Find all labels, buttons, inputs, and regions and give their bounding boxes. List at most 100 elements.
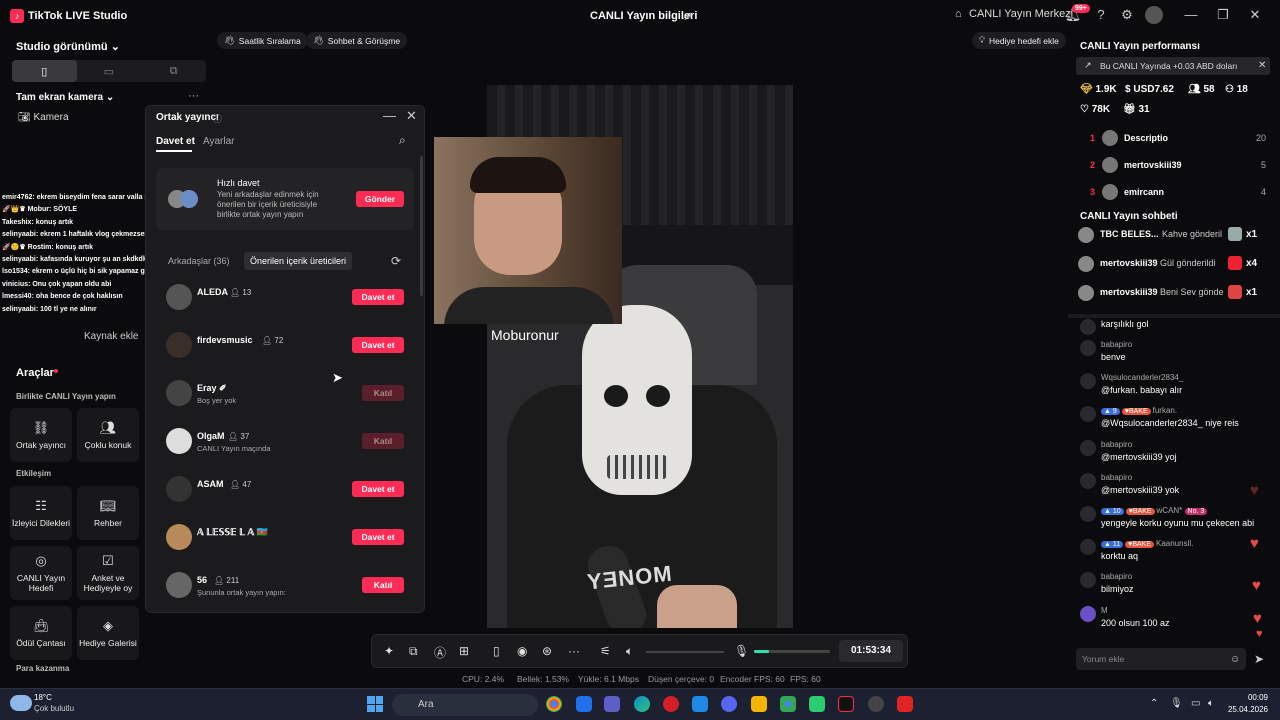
avatar [1080,539,1096,555]
close-button[interactable]: ✕ [1246,6,1264,24]
send-icon[interactable]: ➤ [1254,652,1264,666]
share-icon[interactable]: ⇗ [682,9,692,23]
settings-sliders-icon[interactable]: ⚟ [600,644,611,658]
chat-talk-chip[interactable]: 👋︎ Sohbet & Görüşme [306,32,408,49]
volume-slider[interactable] [646,651,724,653]
tab-settings[interactable]: Ayarlar [203,136,235,147]
invite-button[interactable]: Davet et [352,529,404,545]
guide-tool[interactable]: 📖︎ Rehber [77,486,139,540]
tiktok-icon[interactable] [838,696,854,712]
more-icon[interactable]: ··· [568,644,580,658]
windows-start-icon[interactable] [367,696,383,712]
folder-icon[interactable] [751,696,767,712]
magic-wand-icon[interactable]: ✦ [384,644,394,658]
camera-source[interactable]: 📷︎ Kamera [18,112,69,123]
more-icon[interactable]: ··· [188,90,199,102]
studio-view-dropdown[interactable]: Studio görünümü ⌄ [16,40,120,53]
add-scene-icon[interactable]: ⊞ [459,644,469,658]
discord-icon[interactable] [721,696,737,712]
emoji-icon[interactable]: ☺ [1230,654,1240,665]
heart-icon: ♥ [1250,535,1259,552]
fan-badge: ♥BAKE [1121,408,1151,415]
effects-icon[interactable]: ⧉ [409,644,418,659]
add-source-button[interactable]: Kaynak ekle [84,331,138,342]
taskbar-search[interactable]: Ara [392,694,538,716]
close-icon[interactable]: ✕ [406,108,417,124]
home-icon[interactable]: ⌂ [955,8,962,20]
chat-username: Kaanunsll. [1156,539,1194,548]
game-icon[interactable] [809,696,825,712]
microphone-icon[interactable]: 🎙︎ [734,644,749,658]
co-host-tool[interactable]: ⛓ Ortak yayıncı [10,408,72,462]
speaker-icon[interactable]: 🔈︎ [1208,698,1214,709]
store-icon[interactable] [576,696,592,712]
chat-meta: ▲ 11 ♥BAKE Kaanunsll. [1101,539,1193,548]
chrome-alt-icon[interactable] [780,696,796,712]
close-icon[interactable]: ✕ [1258,60,1266,71]
poll-tool[interactable]: ☑ Anket ve Hediyeyle oy [77,546,139,600]
minimize-button[interactable]: — [1182,6,1200,24]
guest-name: Moburonur [491,327,559,343]
chrome-icon[interactable] [546,696,562,712]
opera-icon[interactable] [663,696,679,712]
landscape-layout-button[interactable]: ▭ [77,60,142,82]
microphone-icon[interactable]: 🎙︎ [1170,698,1183,709]
bag-icon: 👜︎ [32,618,50,633]
heart-icon: ♥ [1252,577,1261,594]
ranking-row[interactable]: 1 Descriptio 20 [1086,130,1266,148]
live-goal-tool[interactable]: ◎ CANLI Yayın Hedefi [10,546,72,600]
comment-input[interactable]: Yorum ekle [1076,648,1246,670]
help-icon[interactable]: ? [1092,6,1110,24]
record-icon[interactable]: ◉ [517,644,527,658]
viewer-wishes-tool[interactable]: ☷ İzleyici Dilekleri [10,486,72,540]
tab-invite[interactable]: Davet et [156,136,195,147]
chat-text: korktu aq [1101,551,1139,561]
right-panel: CANLI Yayın performansı Bu CANLI Yayında… [1068,32,1280,682]
avatar [1080,506,1096,522]
join-button[interactable]: Katıl [362,385,404,401]
multi-guest-tool[interactable]: 👥︎ Çoklu konuk [77,408,139,462]
avatar[interactable] [1145,6,1163,24]
gift-gallery-tool[interactable]: ◈ Hediye Galerisi [77,606,139,660]
hourly-ranking-chip[interactable]: 👋︎ Saatlik Sıralama [217,32,308,49]
edge-icon[interactable] [634,696,650,712]
mail-icon[interactable] [692,696,708,712]
live-center-link[interactable]: CANLI Yayın Merkezi [969,8,1073,20]
avatar [166,284,192,310]
phone-icon[interactable]: ▯ [493,644,500,658]
teams-icon[interactable] [604,696,620,712]
join-button[interactable]: Katıl [362,433,404,449]
join-button[interactable]: Katıl [362,577,404,593]
ranking-row[interactable]: 2 mertovskiii39 5 [1086,157,1266,175]
chat-message: babapiro benve [1080,340,1260,366]
ai-icon[interactable]: Ⓐ [434,644,446,661]
gift-goal-chip[interactable]: 💡︎ Hediye hedefi ekle [972,32,1066,49]
gear-icon[interactable]: ⚙ [1118,6,1136,24]
search-icon[interactable]: ⌕ [399,133,406,148]
monitor-icon[interactable]: ▭ [1191,698,1200,709]
chevron-up-icon[interactable]: ⌃ [1150,698,1158,709]
minimize-button[interactable]: — [383,108,396,123]
invite-button[interactable]: Davet et [352,337,404,353]
scrollbar[interactable] [420,156,423,296]
tab-friends[interactable]: Arkadaşlar (36) [168,256,230,266]
send-button[interactable]: Gönder [356,191,404,207]
invite-button[interactable]: Davet et [352,481,404,497]
invite-button[interactable]: Davet et [352,289,404,305]
camera-switch-icon[interactable]: ⊛ [542,644,552,658]
refresh-icon[interactable]: ⟳ [391,254,401,268]
mic-level-slider[interactable] [754,650,830,653]
portrait-layout-button[interactable]: ▯ [12,60,77,82]
maximize-button[interactable]: ❐ [1214,6,1232,24]
tab-suggested[interactable]: Önerilen içerik üreticileri [244,252,353,270]
split-layout-button[interactable]: ⧉ [141,60,206,82]
gift-text: Gül gönderildi [1160,258,1216,268]
youtube-icon[interactable] [897,696,913,712]
reward-bag-tool[interactable]: 👜︎ Ödül Çantası [10,606,72,660]
scene-dropdown[interactable]: Tam ekran kamera ⌄ [16,92,114,103]
help-icon[interactable]: ⓘ [213,112,222,125]
speaker-icon[interactable]: 🔈︎ [626,644,633,659]
avatar [1080,319,1096,335]
app-icon[interactable] [868,696,884,712]
ranking-row[interactable]: 3 emircann 4 [1086,184,1266,202]
